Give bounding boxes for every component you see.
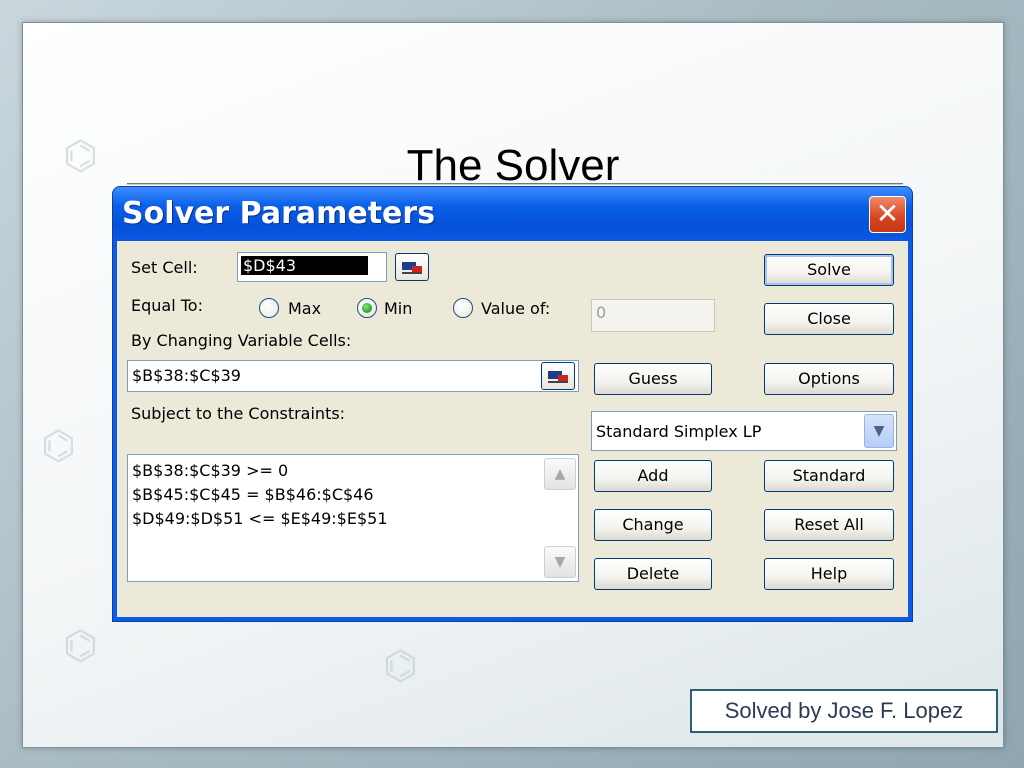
min-label: Min xyxy=(384,299,413,318)
dialog-title: Solver Parameters xyxy=(122,196,436,231)
scroll-down-icon[interactable]: ▼ xyxy=(544,546,576,578)
value-of-field[interactable]: 0 xyxy=(591,299,715,332)
help-button[interactable]: Help xyxy=(764,558,894,590)
change-button[interactable]: Change xyxy=(594,509,712,541)
max-radio[interactable] xyxy=(259,298,279,318)
guess-button[interactable]: Guess xyxy=(594,363,712,395)
solving-method-select[interactable]: Standard Simplex LP ▼ xyxy=(591,411,897,451)
options-button[interactable]: Options xyxy=(764,363,894,395)
set-cell-field[interactable]: $D$43 xyxy=(237,252,387,282)
solving-method-value: Standard Simplex LP xyxy=(596,422,762,441)
dialog-body: Set Cell: $D$43 Equal To: Max Min Value … xyxy=(117,241,908,617)
options-button-label: Options xyxy=(798,369,860,388)
list-item[interactable]: $B$38:$C$39 >= 0 xyxy=(132,461,288,480)
close-icon[interactable]: ✕ xyxy=(869,196,906,233)
add-button[interactable]: Add xyxy=(594,460,712,492)
changing-cells-ref-button[interactable] xyxy=(541,362,575,390)
solve-button-label: Solve xyxy=(807,260,851,279)
changing-cells-field[interactable]: $B$38:$C$39 xyxy=(127,360,579,392)
constraints-list[interactable]: $B$38:$C$39 >= 0 $B$45:$C$45 = $B$46:$C$… xyxy=(127,454,579,582)
scroll-up-icon[interactable]: ▲ xyxy=(544,458,576,490)
set-cell-label: Set Cell: xyxy=(131,258,198,277)
list-item[interactable]: $D$49:$D$51 <= $E$49:$E$51 xyxy=(132,509,388,528)
change-button-label: Change xyxy=(622,515,684,534)
dialog-titlebar[interactable]: Solver Parameters ✕ xyxy=(113,187,912,241)
molecule-decoration: ⌬ xyxy=(41,423,76,469)
molecule-decoration: ⌬ xyxy=(383,643,418,689)
equal-to-label: Equal To: xyxy=(131,296,203,315)
credit-caption: Solved by Jose F. Lopez xyxy=(690,689,998,733)
value-of-radio[interactable] xyxy=(453,298,473,318)
max-label: Max xyxy=(288,299,322,318)
close-button[interactable]: Close xyxy=(764,303,894,335)
guess-button-label: Guess xyxy=(628,369,678,388)
reset-all-button-label: Reset All xyxy=(794,515,864,534)
reset-all-button[interactable]: Reset All xyxy=(764,509,894,541)
close-button-label: Close xyxy=(807,309,851,328)
changing-cells-label: By Changing Variable Cells: xyxy=(131,331,352,350)
add-button-label: Add xyxy=(637,466,669,485)
molecule-decoration: ⌬ xyxy=(63,623,98,669)
help-button-label: Help xyxy=(810,564,848,583)
delete-button-label: Delete xyxy=(626,564,680,583)
solver-parameters-dialog: Solver Parameters ✕ Set Cell: $D$43 Equa… xyxy=(113,187,912,621)
constraints-label: Subject to the Constraints: xyxy=(131,404,346,423)
delete-button[interactable]: Delete xyxy=(594,558,712,590)
value-of-label: Value of: xyxy=(481,299,551,318)
chevron-down-icon[interactable]: ▼ xyxy=(864,414,894,448)
radio-selected-dot xyxy=(362,303,372,313)
set-cell-ref-button[interactable] xyxy=(395,253,429,281)
solve-button[interactable]: Solve xyxy=(764,254,894,286)
title-divider xyxy=(127,183,903,185)
min-radio[interactable] xyxy=(357,298,377,318)
set-cell-value: $D$43 xyxy=(241,256,369,275)
standard-button[interactable]: Standard xyxy=(764,460,894,492)
list-item[interactable]: $B$45:$C$45 = $B$46:$C$46 xyxy=(132,485,374,504)
standard-button-label: Standard xyxy=(792,466,866,485)
